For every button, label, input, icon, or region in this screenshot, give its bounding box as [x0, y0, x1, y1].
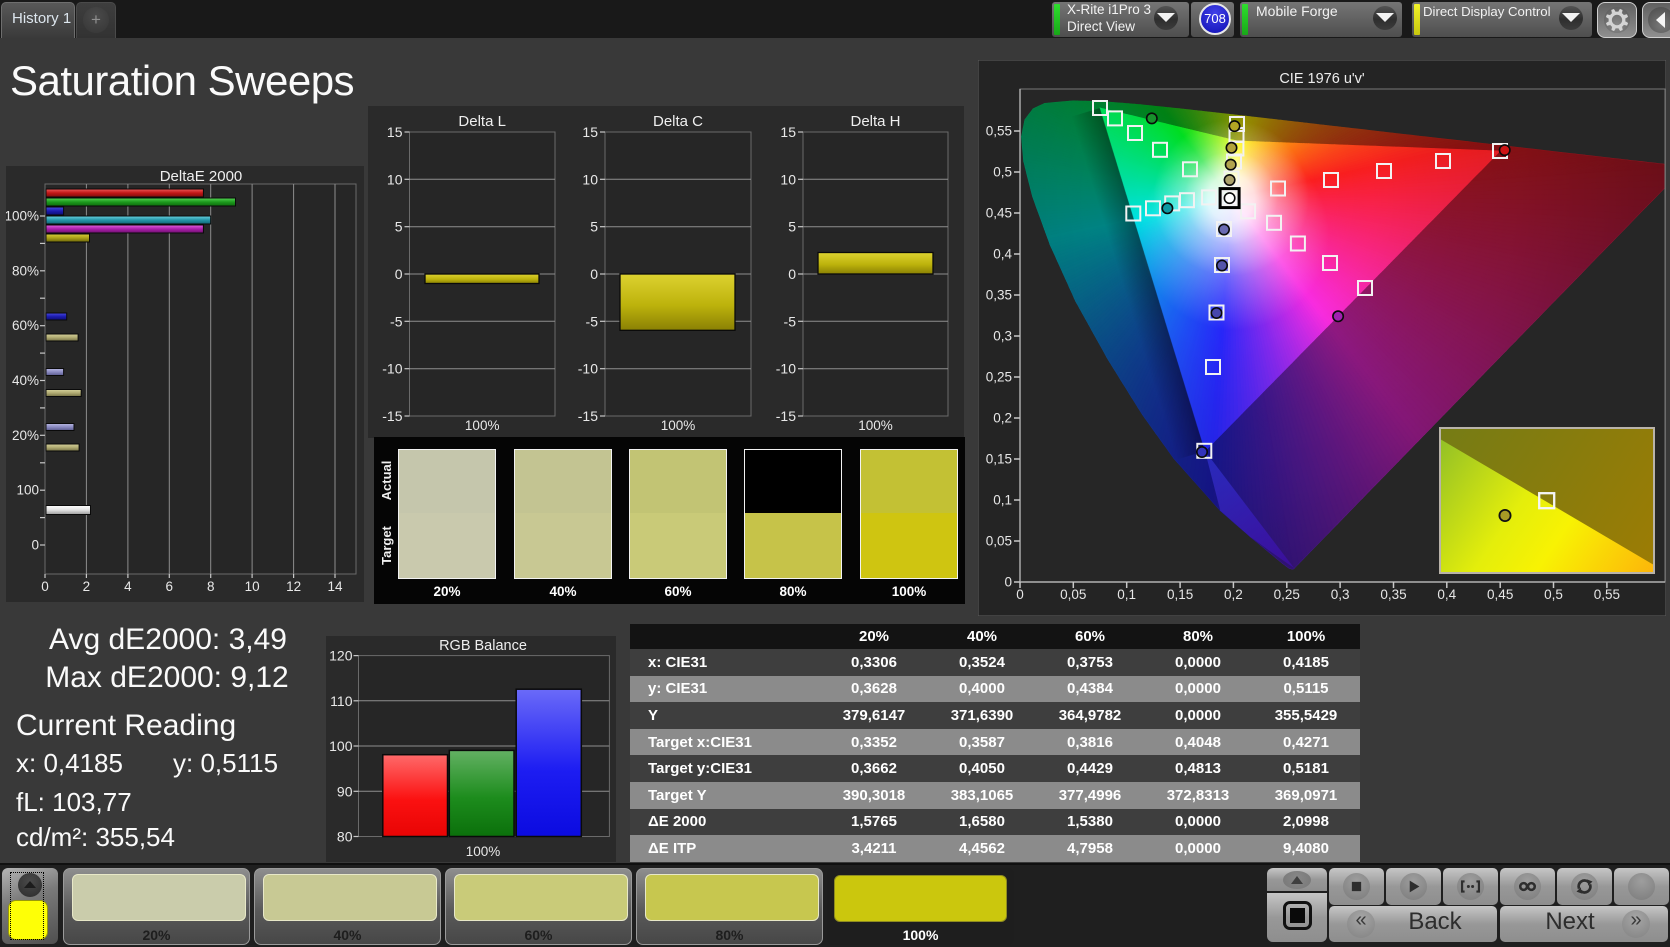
svg-text:RGB Balance: RGB Balance — [439, 638, 527, 654]
svg-text:100%: 100% — [661, 418, 696, 433]
svg-text:110: 110 — [330, 693, 353, 709]
svg-text:14: 14 — [327, 579, 343, 594]
svg-text:-10: -10 — [578, 361, 598, 377]
svg-text:0,15: 0,15 — [1167, 587, 1193, 602]
svg-text:40%: 40% — [12, 373, 39, 388]
svg-text:0,05: 0,05 — [986, 534, 1012, 549]
svg-text:8: 8 — [207, 579, 215, 594]
svg-text:12: 12 — [286, 579, 301, 594]
svg-text:0,2: 0,2 — [993, 411, 1012, 426]
svg-text:0,4: 0,4 — [993, 247, 1012, 262]
svg-text:5: 5 — [395, 219, 403, 235]
svg-text:0: 0 — [41, 579, 49, 594]
svg-text:0,15: 0,15 — [986, 452, 1012, 467]
svg-text:2: 2 — [83, 579, 91, 594]
svg-text:10: 10 — [582, 171, 598, 187]
svg-text:0: 0 — [395, 266, 403, 282]
svg-text:10: 10 — [780, 171, 796, 187]
svg-text:0: 0 — [31, 538, 39, 553]
svg-text:0,5: 0,5 — [993, 165, 1012, 180]
svg-text:-10: -10 — [776, 361, 796, 377]
svg-text:0,2: 0,2 — [1224, 587, 1243, 602]
svg-text:120: 120 — [329, 648, 353, 664]
svg-text:0,25: 0,25 — [986, 370, 1012, 385]
svg-text:5: 5 — [590, 219, 598, 235]
svg-text:Target: Target — [379, 525, 394, 564]
svg-text:0: 0 — [788, 266, 796, 282]
svg-text:0,45: 0,45 — [1487, 587, 1513, 602]
svg-text:0: 0 — [1004, 575, 1012, 590]
svg-text:100: 100 — [16, 483, 39, 498]
svg-text:10: 10 — [245, 579, 260, 594]
svg-text:15: 15 — [387, 124, 403, 140]
svg-text:0,55: 0,55 — [1594, 587, 1620, 602]
svg-text:0,45: 0,45 — [986, 206, 1012, 221]
svg-text:-5: -5 — [390, 313, 403, 329]
svg-text:15: 15 — [780, 124, 796, 140]
svg-text:0,05: 0,05 — [1060, 587, 1086, 602]
svg-text:100%: 100% — [465, 418, 500, 433]
svg-text:100%: 100% — [6, 209, 39, 224]
svg-text:0,55: 0,55 — [986, 124, 1012, 139]
svg-text:-10: -10 — [382, 361, 402, 377]
svg-text:0,1: 0,1 — [993, 493, 1012, 508]
svg-text:0,35: 0,35 — [986, 288, 1012, 303]
svg-text:-5: -5 — [586, 313, 599, 329]
svg-text:0: 0 — [1016, 587, 1024, 602]
svg-text:0,5: 0,5 — [1544, 587, 1563, 602]
svg-text:6: 6 — [166, 579, 174, 594]
svg-text:-15: -15 — [578, 408, 598, 424]
svg-text:0,3: 0,3 — [1331, 587, 1350, 602]
svg-text:100: 100 — [329, 738, 353, 754]
svg-text:0,35: 0,35 — [1380, 587, 1406, 602]
svg-text:4: 4 — [124, 579, 132, 594]
svg-text:5: 5 — [788, 219, 796, 235]
svg-text:10: 10 — [387, 171, 403, 187]
svg-text:Delta H: Delta H — [850, 113, 900, 130]
svg-text:15: 15 — [582, 124, 598, 140]
svg-text:CIE 1976 u'v': CIE 1976 u'v' — [1279, 71, 1365, 87]
svg-text:0,3: 0,3 — [993, 329, 1012, 344]
svg-text:100%: 100% — [466, 844, 501, 859]
svg-text:20%: 20% — [12, 428, 39, 443]
svg-text:60%: 60% — [12, 318, 39, 333]
svg-text:DeltaE 2000: DeltaE 2000 — [160, 168, 243, 185]
svg-text:0,4: 0,4 — [1437, 587, 1456, 602]
svg-text:0,1: 0,1 — [1117, 587, 1136, 602]
svg-text:Delta C: Delta C — [653, 113, 703, 130]
svg-text:Actual: Actual — [379, 461, 394, 501]
svg-text:-15: -15 — [776, 408, 796, 424]
svg-text:-15: -15 — [382, 408, 402, 424]
svg-text:0,25: 0,25 — [1274, 587, 1300, 602]
svg-text:0: 0 — [590, 266, 598, 282]
svg-text:Delta L: Delta L — [458, 113, 506, 130]
svg-text:80%: 80% — [12, 263, 39, 278]
svg-text:90: 90 — [337, 783, 353, 799]
svg-text:100%: 100% — [858, 418, 893, 433]
svg-text:-5: -5 — [784, 313, 797, 329]
svg-text:80: 80 — [337, 829, 353, 845]
